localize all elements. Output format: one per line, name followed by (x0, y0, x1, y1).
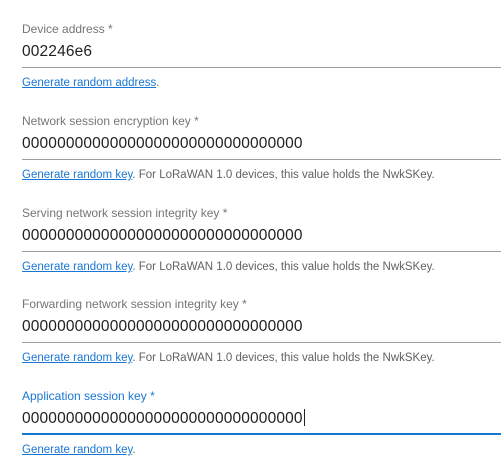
f-nwk-s-int-key-value: 00000000000000000000000000000000 (22, 318, 303, 335)
device-address-value: 002246e6 (22, 43, 93, 60)
generate-random-key-link[interactable]: Generate random key (22, 444, 132, 456)
generate-random-key-link[interactable]: Generate random key (22, 169, 132, 181)
device-address-input[interactable]: 002246e6 (22, 40, 501, 68)
device-address-helper-suffix: . (156, 77, 160, 89)
app-s-key-label: Application session key * (22, 389, 155, 403)
app-s-key-underline (22, 433, 501, 435)
nwk-s-enc-key-helper-suffix: . For LoRaWAN 1.0 devices, this value ho… (132, 169, 435, 181)
s-nwk-s-int-key-helper-suffix: . For LoRaWAN 1.0 devices, this value ho… (132, 261, 435, 273)
s-nwk-s-int-key-value: 00000000000000000000000000000000 (22, 227, 303, 244)
s-nwk-s-int-key-helper: Generate random key. For LoRaWAN 1.0 dev… (22, 260, 435, 274)
nwk-s-enc-key-value: 00000000000000000000000000000000 (22, 135, 303, 152)
nwk-s-enc-key-underline (22, 159, 501, 160)
app-s-key-helper-suffix: . (132, 444, 136, 456)
generate-random-key-link[interactable]: Generate random key (22, 261, 132, 273)
generate-random-address-link[interactable]: Generate random address (22, 77, 156, 89)
device-address-helper: Generate random address. (22, 76, 159, 90)
s-nwk-s-int-key-label: Serving network session integrity key * (22, 206, 228, 220)
f-nwk-s-int-key-label: Forwarding network session integrity key… (22, 297, 247, 311)
f-nwk-s-int-key-input[interactable]: 00000000000000000000000000000000 (22, 315, 501, 343)
f-nwk-s-int-key-underline (22, 342, 501, 343)
s-nwk-s-int-key-input[interactable]: 00000000000000000000000000000000 (22, 224, 501, 252)
nwk-s-enc-key-label: Network session encryption key * (22, 114, 199, 128)
device-address-underline (22, 67, 501, 68)
s-nwk-s-int-key-underline (22, 251, 501, 252)
app-s-key-input[interactable]: 00000000000000000000000000000000 (22, 407, 501, 435)
nwk-s-enc-key-helper: Generate random key. For LoRaWAN 1.0 dev… (22, 168, 435, 182)
generate-random-key-link[interactable]: Generate random key (22, 352, 132, 364)
text-caret (303, 409, 305, 426)
device-address-label: Device address * (22, 22, 113, 36)
f-nwk-s-int-key-helper-suffix: . For LoRaWAN 1.0 devices, this value ho… (132, 352, 435, 364)
app-s-key-value-text: 00000000000000000000000000000000 (22, 410, 303, 427)
app-s-key-helper: Generate random key. (22, 443, 136, 457)
f-nwk-s-int-key-helper: Generate random key. For LoRaWAN 1.0 dev… (22, 351, 435, 365)
app-s-key-value: 00000000000000000000000000000000 (22, 409, 305, 429)
nwk-s-enc-key-input[interactable]: 00000000000000000000000000000000 (22, 132, 501, 160)
session-keys-form: Device address * 002246e6 Generate rando… (0, 0, 501, 470)
